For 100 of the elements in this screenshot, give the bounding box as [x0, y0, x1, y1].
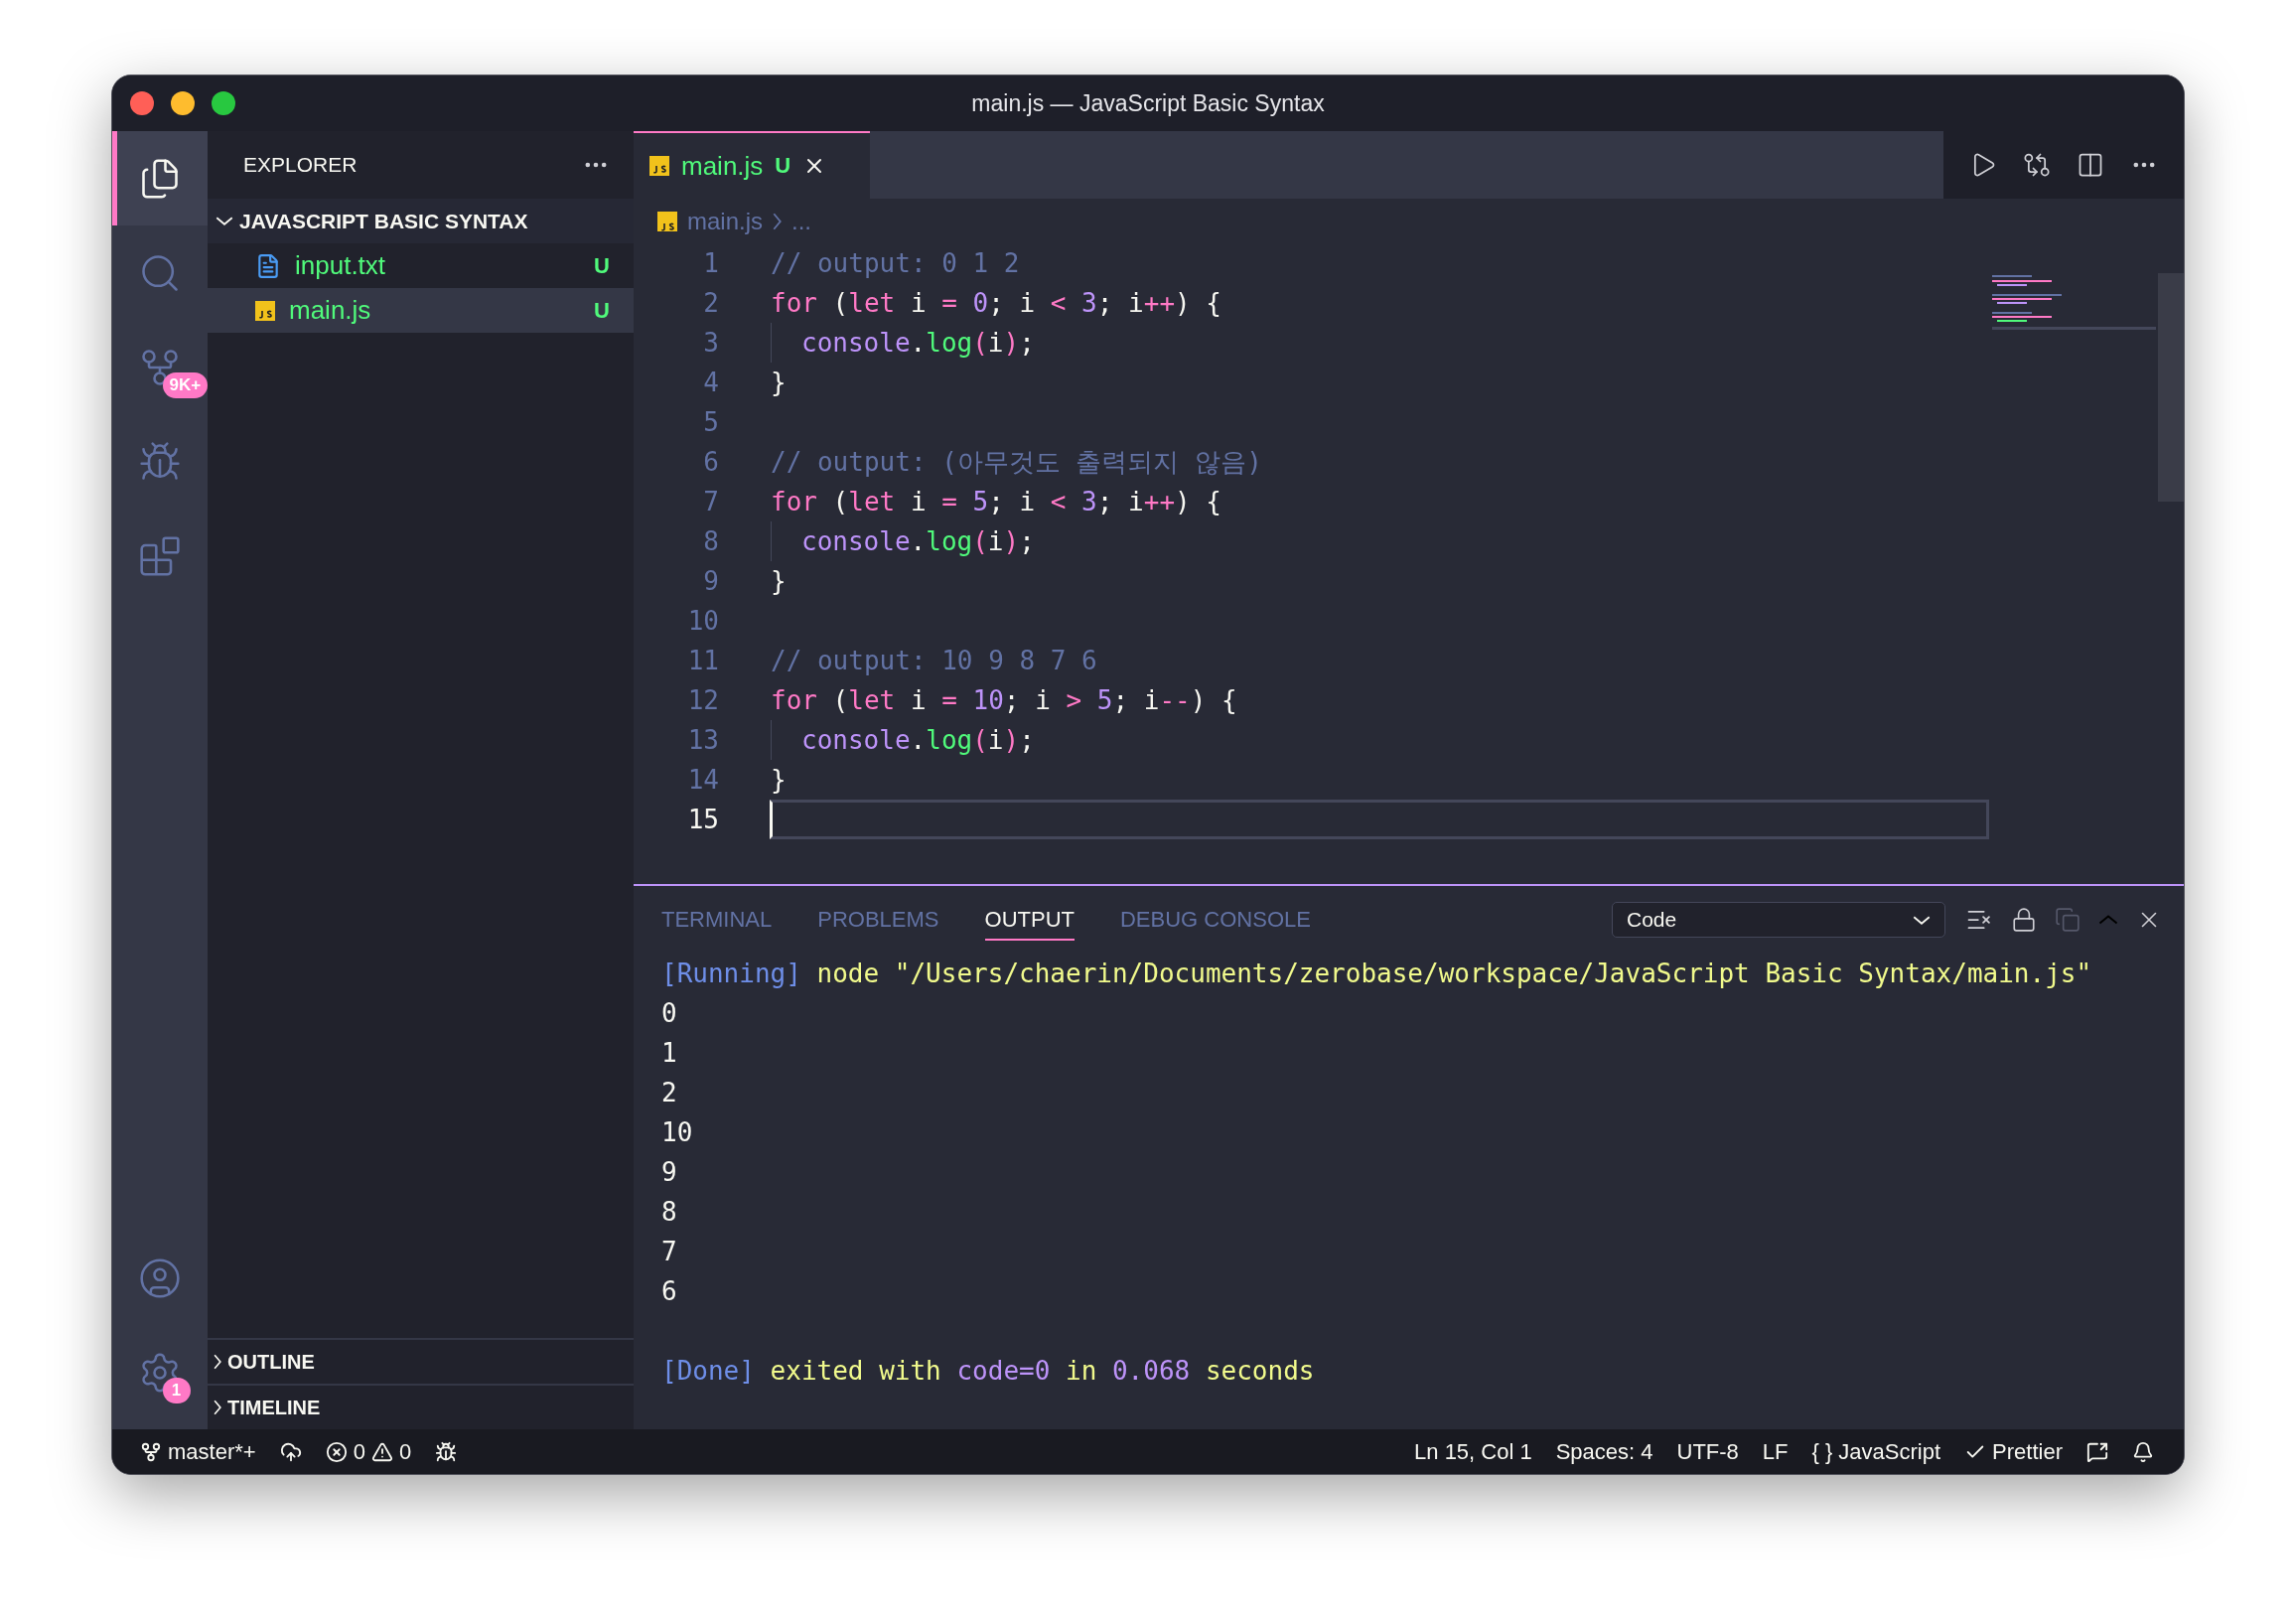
js-icon: [657, 211, 677, 231]
code-token: console: [801, 328, 911, 358]
status-item[interactable]: Spaces: 4: [1555, 1438, 1653, 1465]
code-token: let: [848, 685, 896, 715]
count-badge: 9K+: [162, 372, 209, 399]
code-token: --: [1159, 685, 1191, 715]
code-token: 9: [661, 1157, 677, 1187]
bell-icon[interactable]: [2132, 1440, 2154, 1463]
compare-icon[interactable]: [2023, 151, 2051, 179]
line-number: 14: [686, 765, 719, 795]
sidebar-section[interactable]: OUTLINE: [208, 1338, 634, 1384]
code-token: (: [972, 725, 988, 755]
code-token: <: [1050, 288, 1067, 318]
feedback-icon[interactable]: [2086, 1440, 2108, 1463]
status-item[interactable]: Ln 15, Col 1: [1414, 1438, 1532, 1465]
file-row[interactable]: input.txt U: [208, 243, 634, 288]
code-token: seconds: [1204, 1356, 1315, 1386]
code-token: i: [987, 328, 1004, 358]
close-window-button[interactable]: [130, 91, 154, 115]
document-icon: [255, 252, 281, 279]
code-token: 3: [1080, 487, 1097, 516]
line-number: 12: [686, 685, 719, 715]
code-token: .: [910, 526, 927, 556]
code-token: (: [831, 685, 849, 715]
code-token: for: [771, 685, 817, 715]
code-token: // output: 10 9 8 7 6: [771, 646, 1097, 675]
error-icon: [325, 1440, 348, 1463]
window-title: main.js — JavaScript Basic Syntax: [971, 89, 1325, 117]
count-badge: 1: [162, 1378, 191, 1404]
code-token: >: [1066, 685, 1082, 715]
line-number: 5: [702, 407, 719, 437]
file-row[interactable]: main.js U: [208, 288, 634, 333]
code-token: i: [909, 487, 928, 516]
js-icon: [649, 156, 669, 176]
minimize-window-button[interactable]: [171, 91, 195, 115]
chevron-down-icon: [1913, 915, 1931, 925]
code-token: 2: [661, 1078, 677, 1107]
bug-icon[interactable]: [435, 1440, 458, 1463]
cloud-upload-icon[interactable]: [279, 1440, 302, 1463]
line-number: 9: [702, 566, 719, 596]
code-token: (: [972, 328, 988, 358]
code-token: 0: [971, 288, 989, 318]
file-status: U: [594, 252, 610, 279]
code-token: =: [941, 487, 957, 516]
output-channel-select[interactable]: Code: [1612, 902, 1945, 938]
code-token: ; i: [1112, 685, 1160, 715]
problems-status[interactable]: 0 0: [325, 1438, 412, 1465]
code-token: ;: [1019, 725, 1035, 755]
code-token: in: [1065, 1356, 1098, 1386]
code-token: // output: 0 1 2: [771, 248, 1020, 278]
line-number: 4: [702, 368, 719, 397]
code-token: }: [771, 765, 787, 795]
line-number: 10: [686, 606, 719, 636]
sidebar-title: EXPLORER: [243, 153, 358, 177]
code-token: console: [801, 725, 911, 755]
code-token: let: [848, 288, 896, 318]
code-token: (: [831, 487, 849, 516]
code-token: 1: [661, 1038, 677, 1068]
lock-icon[interactable]: [2011, 907, 2037, 933]
code-token: (: [972, 526, 988, 556]
js-icon: [255, 300, 275, 321]
split-editor-icon[interactable]: [2077, 151, 2104, 179]
code-token: ++: [1143, 288, 1176, 318]
branch-status[interactable]: master*+: [140, 1438, 256, 1465]
tab-label: main.js: [681, 150, 764, 182]
chevron-right-icon: [214, 1354, 221, 1370]
folder-row[interactable]: JAVASCRIPT BASIC SYNTAX: [208, 199, 634, 243]
code-token: for: [771, 288, 817, 318]
code-token: ) {: [1175, 487, 1222, 516]
code-token: node "/Users/chaerin/Documents/zerobase/workspace/JavaScript Basic Syntax/main.js": [815, 959, 2092, 988]
activity-bar-item[interactable]: [112, 131, 208, 225]
code-token: ;: [1019, 328, 1035, 358]
status-item[interactable]: LF: [1762, 1438, 1789, 1465]
code-token: ; i: [1003, 685, 1052, 715]
status-item[interactable]: { } JavaScript: [1811, 1438, 1941, 1465]
code-token: ): [1003, 328, 1020, 358]
code-token: ) {: [1175, 288, 1222, 318]
code-token: [Running]: [661, 959, 801, 988]
code-token: ; i: [1096, 288, 1144, 318]
account-icon: [138, 1255, 182, 1300]
code-token: log: [926, 526, 973, 556]
chevron-right-icon: [773, 212, 783, 230]
zoom-window-button[interactable]: [212, 91, 235, 115]
code-token: for: [771, 487, 817, 516]
line-number: 7: [702, 487, 719, 516]
code-token: i: [909, 288, 928, 318]
code-token: [Done]: [661, 1356, 755, 1386]
code-token: exited with: [769, 1356, 942, 1386]
code-token: i: [987, 526, 1004, 556]
editor-tab[interactable]: main.js U: [634, 131, 870, 199]
scrollbar-thumb[interactable]: [2158, 273, 2184, 502]
line-number: 15: [686, 805, 719, 834]
status-item[interactable]: Prettier: [1964, 1438, 2063, 1465]
code-token: 10: [661, 1117, 693, 1147]
code-token: .: [910, 725, 927, 755]
code-token: log: [926, 725, 973, 755]
panel-tab[interactable]: OUTPUT: [984, 899, 1075, 941]
status-item[interactable]: UTF-8: [1676, 1438, 1739, 1465]
code-token: =: [941, 685, 957, 715]
line-number: 11: [686, 646, 719, 675]
